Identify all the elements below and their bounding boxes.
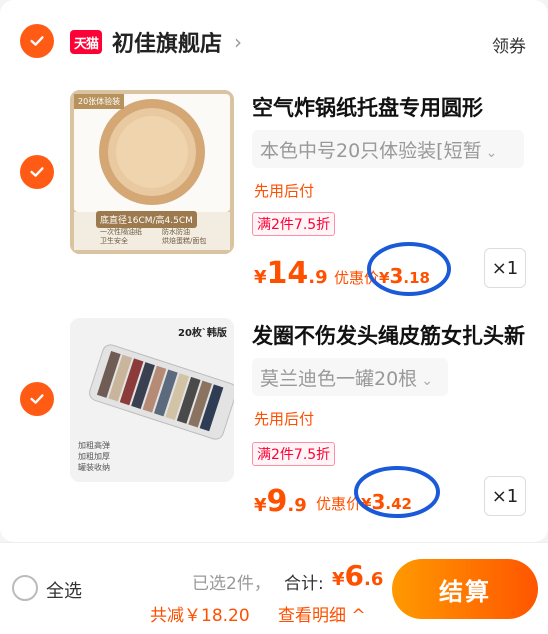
- chevron-right-icon[interactable]: ›: [234, 30, 242, 54]
- thumb-corner-label: 20张体验装: [74, 94, 125, 109]
- sku-text: 莫兰迪色一罐20根: [260, 368, 418, 390]
- thumb-title: 20枚`韩版: [178, 328, 227, 339]
- item-select-checkbox[interactable]: [20, 382, 54, 416]
- selected-count: 已选2件，: [192, 574, 271, 594]
- quantity-button[interactable]: ×1: [484, 248, 526, 288]
- quantity-button[interactable]: ×1: [484, 476, 526, 516]
- sku-text: 本色中号20只体验装[短暂: [260, 140, 482, 162]
- store-header: 天猫 初佳旗舰店 › 领券: [0, 18, 548, 68]
- checkout-button[interactable]: 结算: [392, 559, 538, 619]
- store-name[interactable]: 初佳旗舰店: [112, 26, 222, 58]
- thumb-feature: 防水防油 烘焙蛋糕/面包: [162, 228, 207, 245]
- product-title[interactable]: 空气炸锅纸托盘专用圆形: [252, 92, 483, 122]
- total-label: 合计:: [284, 574, 324, 594]
- checkout-bar: 全选 已选2件， 合计: ¥6.6 共减￥18.20 查看明细 ^ 结算: [0, 542, 548, 634]
- chevron-down-icon: ⌄: [421, 373, 433, 389]
- thumb-feature: 一次性隔油纸 卫生安全: [100, 228, 142, 245]
- total-price: ¥6.6: [332, 559, 384, 592]
- sku-selector[interactable]: 莫兰迪色一罐20根 ⌄: [252, 358, 448, 396]
- item-price: ¥14.9: [254, 256, 328, 291]
- discount-tag: 满2件7.5折: [252, 212, 336, 236]
- pay-later-tag: 先用后付: [254, 182, 315, 200]
- tmall-logo: 天猫: [70, 30, 102, 54]
- discount-tag: 满2件7.5折: [252, 442, 336, 466]
- store-select-checkbox[interactable]: [20, 24, 54, 58]
- promo-price: 优惠价¥3.18: [334, 264, 430, 288]
- chevron-down-icon: ⌄: [485, 145, 498, 161]
- item-select-checkbox[interactable]: [20, 155, 54, 189]
- item-price: ¥9.9: [254, 484, 307, 519]
- coupon-button[interactable]: 领券: [492, 32, 526, 57]
- checkmark-icon: [30, 394, 44, 404]
- view-details-link[interactable]: 查看明细 ^: [278, 601, 366, 626]
- sku-selector[interactable]: 本色中号20只体验装[短暂 ⌄: [252, 130, 524, 168]
- select-all-label[interactable]: 全选: [46, 577, 82, 603]
- product-title[interactable]: 发圈不伤发头绳皮筋女扎头新: [252, 320, 525, 350]
- pay-later-tag: 先用后付: [254, 410, 315, 428]
- thumb-size-label: 底直径16CM/高4.5CM: [96, 211, 197, 228]
- checkmark-icon: [30, 36, 44, 46]
- checkmark-icon: [30, 167, 44, 177]
- product-image[interactable]: 20枚`韩版 加粗高弹 加粗加厚 罐装收纳: [70, 318, 234, 482]
- promo-price: 优惠价¥3.42: [316, 490, 412, 514]
- select-all-checkbox[interactable]: [12, 575, 38, 601]
- product-image[interactable]: 20张体验装 底直径16CM/高4.5CM 一次性隔油纸 卫生安全 防水防油 烘焙蛋…: [70, 90, 234, 254]
- total-saving: 共减￥18.20: [150, 606, 250, 626]
- thumb-feature: 加粗高弹 加粗加厚 罐装收纳: [78, 441, 110, 472]
